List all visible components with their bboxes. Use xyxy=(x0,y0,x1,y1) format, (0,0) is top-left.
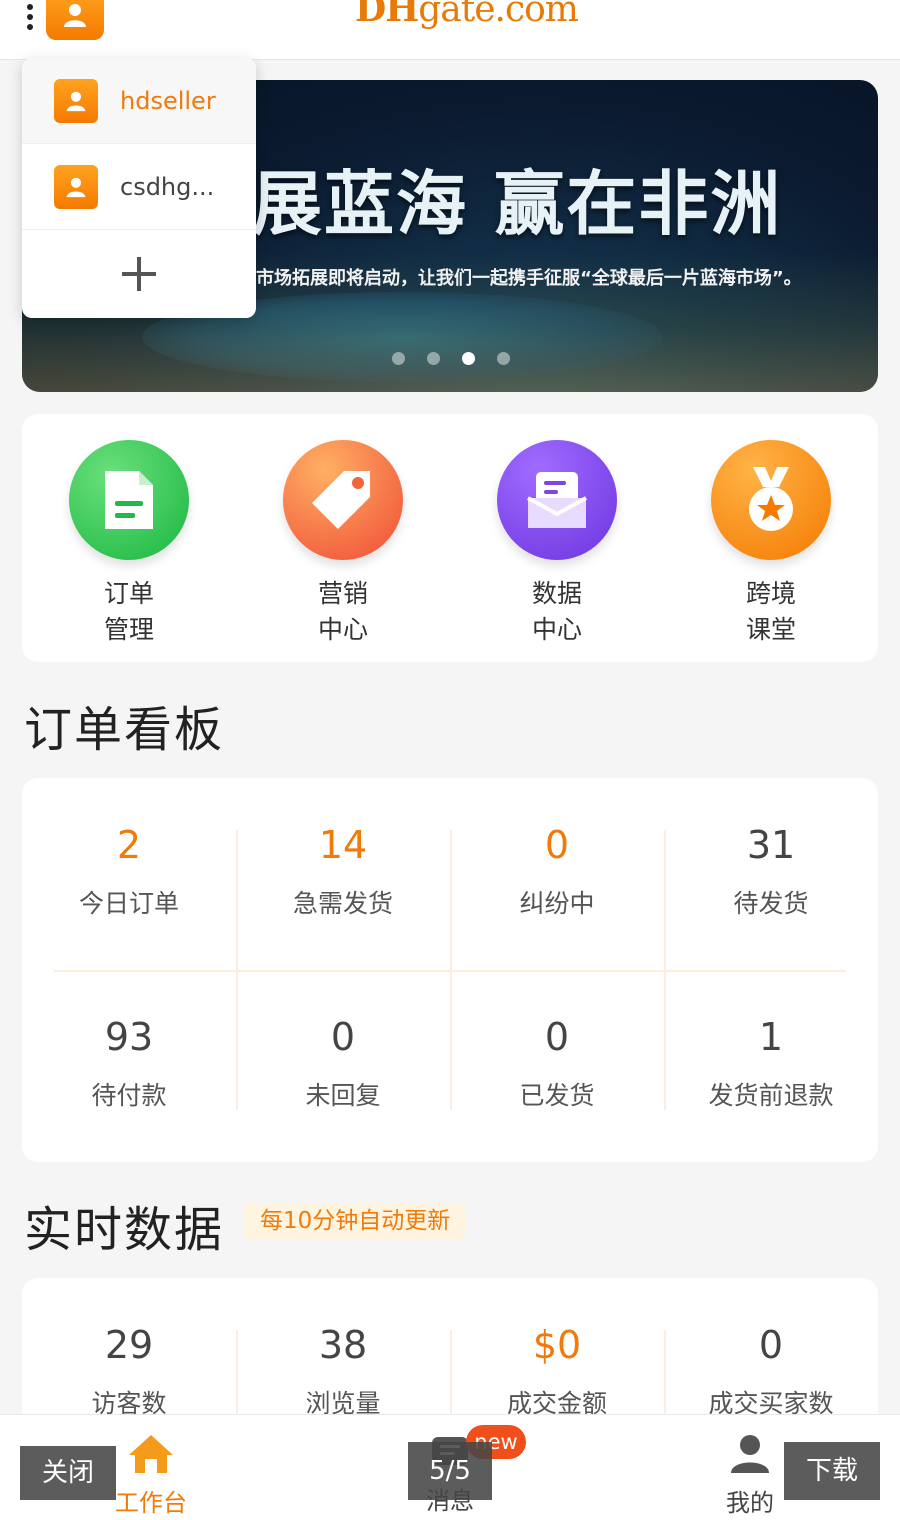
quick-label: 跨境 xyxy=(745,579,796,608)
stat-unreplied[interactable]: 0 未回复 xyxy=(236,970,450,1162)
quick-label: 数据 xyxy=(531,579,582,608)
auto-update-badge: 每10分钟自动更新 xyxy=(244,1203,467,1239)
top-header: DHgate.com xyxy=(0,0,900,60)
stat-value: 29 xyxy=(104,1323,154,1367)
stat-value: 38 xyxy=(318,1323,368,1367)
quick-item-data-center[interactable]: 数据 中心 xyxy=(450,414,664,662)
realtime-title: 实时数据 xyxy=(24,1202,225,1258)
order-board-title: 订单看板 xyxy=(24,702,225,758)
tab-label: 工作台 xyxy=(115,1489,187,1517)
stat-awaiting-payment[interactable]: 93 待付款 xyxy=(22,970,236,1162)
stat-label: 待付款 xyxy=(91,1081,167,1110)
banner-pagination xyxy=(392,352,510,365)
order-board-card: 2 今日订单 14 急需发货 0 纠纷中 31 待发货 93 待付款 0 未回复… xyxy=(22,778,878,1162)
tab-label: 我的 xyxy=(726,1489,774,1517)
download-button[interactable]: 下载 xyxy=(784,1442,880,1500)
stats-row: 93 待付款 0 未回复 0 已发货 1 发货前退款 xyxy=(22,970,878,1162)
tag-icon xyxy=(283,440,403,560)
user-icon xyxy=(54,164,98,209)
quick-label: 中心 xyxy=(531,615,582,644)
dhgate-logo: DHgate.com xyxy=(355,0,579,30)
stat-label: 发货前退款 xyxy=(708,1081,834,1110)
add-account-button[interactable] xyxy=(22,230,256,318)
stat-shipped[interactable]: 0 已发货 xyxy=(450,970,664,1162)
stat-value: 0 xyxy=(330,1015,356,1059)
stat-label: 未回复 xyxy=(305,1081,381,1110)
stat-value: 0 xyxy=(544,823,570,867)
page-indicator: 5/5 xyxy=(408,1442,492,1500)
close-button[interactable]: 关闭 xyxy=(20,1446,116,1500)
banner-dot[interactable] xyxy=(427,352,440,365)
home-icon xyxy=(129,1435,173,1473)
more-menu-icon[interactable] xyxy=(22,0,38,34)
quick-menu: 订单管理 营销中心 数据中心 跨境课堂 xyxy=(22,414,878,662)
quick-item-marketing-center[interactable]: 营销 中心 xyxy=(236,414,450,662)
quick-label: 订单 xyxy=(103,579,154,608)
tab-mine[interactable]: 我的 xyxy=(718,1433,782,1518)
stat-urgent-shipping[interactable]: 14 急需发货 xyxy=(236,778,450,970)
account-dropdown: hdseller csdhg... xyxy=(22,58,256,318)
stats-row: 2 今日订单 14 急需发货 0 纠纷中 31 待发货 xyxy=(22,778,878,970)
stat-value: 14 xyxy=(318,823,368,867)
document-icon xyxy=(69,440,189,560)
stat-refund-before-shipping[interactable]: 1 发货前退款 xyxy=(664,970,878,1162)
banner-headline: 展蓝海 赢在非洲 xyxy=(252,163,783,245)
banner-dot[interactable] xyxy=(497,352,510,365)
quick-label: 管理 xyxy=(103,615,154,644)
medal-icon xyxy=(711,440,831,560)
quick-label: 营销 xyxy=(317,579,368,608)
stat-today-orders[interactable]: 2 今日订单 xyxy=(22,778,236,970)
stat-value: 0 xyxy=(544,1015,570,1059)
account-name: hdseller xyxy=(120,86,216,115)
stat-value: 2 xyxy=(116,823,142,867)
stat-value: 31 xyxy=(746,823,796,867)
stat-label: 今日订单 xyxy=(78,889,179,918)
banner-subtext: 市场拓展即将启动，让我们一起携手征服“全球最后一片蓝海市场”。 xyxy=(256,268,802,289)
data-box-icon xyxy=(497,440,617,560)
quick-item-order-management[interactable]: 订单 管理 xyxy=(22,414,236,662)
user-icon xyxy=(64,4,86,27)
quick-label: 中心 xyxy=(317,615,368,644)
stat-label: 已发货 xyxy=(519,1081,595,1110)
stat-in-dispute[interactable]: 0 纠纷中 xyxy=(450,778,664,970)
quick-item-cross-border-class[interactable]: 跨境 课堂 xyxy=(664,414,878,662)
account-item-csdhg[interactable]: csdhg... xyxy=(22,144,256,230)
account-name: csdhg... xyxy=(120,172,215,201)
stat-value: 1 xyxy=(758,1015,784,1059)
plus-icon xyxy=(122,257,156,291)
account-item-hdseller[interactable]: hdseller xyxy=(22,58,256,144)
stat-label: 纠纷中 xyxy=(519,889,595,918)
account-switch-button[interactable] xyxy=(46,0,104,40)
banner-dot-active[interactable] xyxy=(462,352,475,365)
stat-label: 待发货 xyxy=(733,889,809,918)
stat-awaiting-shipment[interactable]: 31 待发货 xyxy=(664,778,878,970)
stat-value: 0 xyxy=(758,1323,784,1367)
stat-label: 急需发货 xyxy=(292,889,393,918)
stat-value: $0 xyxy=(532,1323,582,1367)
user-icon xyxy=(54,78,98,123)
person-icon xyxy=(731,1435,769,1473)
quick-label: 课堂 xyxy=(745,615,796,644)
tab-workbench[interactable]: 工作台 xyxy=(110,1433,192,1518)
banner-dot[interactable] xyxy=(392,352,405,365)
stat-value: 93 xyxy=(104,1015,154,1059)
